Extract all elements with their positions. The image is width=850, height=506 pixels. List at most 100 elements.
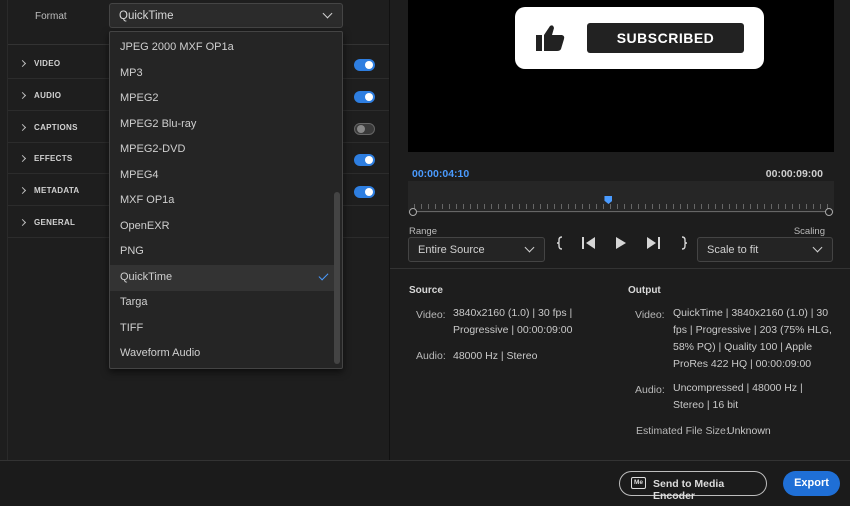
format-select[interactable]: QuickTime — [109, 3, 343, 28]
chevron-down-icon — [524, 242, 535, 253]
left-edge-strip — [0, 0, 8, 460]
option-label: QuickTime — [120, 271, 173, 283]
format-option[interactable]: MPEG4 — [110, 163, 334, 189]
estimated-size-value: Unknown — [727, 425, 771, 437]
option-label: Waveform Audio — [120, 347, 201, 359]
format-select-value: QuickTime — [119, 10, 174, 22]
chevron-right-icon — [18, 154, 27, 163]
footer-bar: Me Send to Media Encoder Export — [0, 460, 850, 506]
metadata-toggle[interactable] — [354, 186, 375, 198]
section-label: CAPTIONS — [34, 123, 78, 132]
chevron-right-icon — [18, 91, 27, 100]
output-video-line: ProRes 422 HQ | 00:00:09:00 — [673, 358, 812, 370]
format-option[interactable]: MPEG2-DVD — [110, 137, 334, 163]
format-option[interactable]: OpenEXR — [110, 214, 334, 240]
output-audio-line: Stereo | 16 bit — [673, 399, 739, 411]
format-row: Format QuickTime — [8, 0, 389, 34]
section-label: METADATA — [34, 186, 80, 195]
send-to-media-encoder-button[interactable]: Me Send to Media Encoder — [619, 471, 767, 502]
step-back-icon[interactable] — [581, 236, 597, 250]
estimated-size-key: Estimated File Size: — [636, 425, 729, 437]
media-encoder-icon: Me — [631, 477, 646, 489]
format-option[interactable]: Targa — [110, 290, 334, 316]
subscribed-button: SUBSCRIBED — [587, 23, 744, 53]
output-video-line: 58% PQ) | Quality 100 | Apple — [673, 341, 813, 353]
mark-out-icon[interactable] — [679, 236, 689, 250]
option-label: MP3 — [120, 67, 143, 79]
source-video-line: Progressive | 00:00:09:00 — [453, 324, 573, 336]
option-label: MPEG2 — [120, 92, 159, 104]
format-option-selected[interactable]: QuickTime — [110, 265, 334, 291]
range-label: Range — [409, 226, 437, 237]
format-option[interactable]: TIFF — [110, 316, 334, 342]
format-option[interactable]: MXF OP1a — [110, 188, 334, 214]
format-dropdown-list: JPEG 2000 MXF OP1a MP3 MPEG2 MPEG2 Blu-r… — [109, 31, 343, 369]
output-audio-value: Uncompressed | 48000 Hz | Stereo | 16 bi… — [673, 380, 803, 414]
timeline-track — [412, 211, 830, 212]
chevron-right-icon — [18, 123, 27, 132]
send-label: Send to Media Encoder — [653, 478, 725, 502]
format-option[interactable]: Waveform Audio — [110, 341, 334, 367]
section-label: VIDEO — [34, 59, 61, 68]
section-label: GENERAL — [34, 218, 76, 227]
source-video-line: 3840x2160 (1.0) | 30 fps | — [453, 307, 573, 319]
mark-in-icon[interactable] — [555, 236, 565, 250]
output-video-line: fps | Progressive | 203 (75% HLG, — [673, 324, 832, 336]
export-label: Export — [794, 477, 829, 489]
section-label: AUDIO — [34, 91, 62, 100]
option-label: Targa — [120, 296, 148, 308]
effects-toggle[interactable] — [354, 154, 375, 166]
option-label: MPEG4 — [120, 169, 159, 181]
timeline-ticks — [414, 204, 828, 209]
option-label: MXF OP1a — [120, 194, 175, 206]
export-button[interactable]: Export — [783, 471, 840, 496]
output-heading: Output — [628, 285, 661, 296]
play-icon[interactable] — [615, 236, 627, 250]
format-option[interactable]: PNG — [110, 239, 334, 265]
scaling-select[interactable]: Scale to fit — [697, 237, 833, 262]
video-toggle[interactable] — [354, 59, 375, 71]
option-label: MPEG2 Blu-ray — [120, 118, 197, 130]
source-video-key: Video: — [416, 309, 446, 321]
output-video-line: QuickTime | 3840x2160 (1.0) | 30 — [673, 307, 829, 319]
format-option[interactable]: MP3 — [110, 61, 334, 87]
out-point-handle[interactable] — [825, 208, 833, 216]
timeline-scrubber[interactable] — [408, 181, 834, 216]
output-video-value: QuickTime | 3840x2160 (1.0) | 30 fps | P… — [673, 305, 832, 373]
current-timecode[interactable]: 00:00:04:10 — [412, 168, 469, 180]
output-audio-line: Uncompressed | 48000 Hz | — [673, 382, 803, 394]
in-point-handle[interactable] — [409, 208, 417, 216]
option-label: OpenEXR — [120, 220, 170, 232]
chevron-right-icon — [18, 218, 27, 227]
subscribed-label: SUBSCRIBED — [616, 30, 715, 46]
source-audio-key: Audio: — [416, 350, 446, 362]
format-option[interactable]: MPEG2 Blu-ray — [110, 112, 334, 138]
output-audio-key: Audio: — [635, 384, 665, 396]
chevron-right-icon — [18, 59, 27, 68]
format-option[interactable]: JPEG 2000 MXF OP1a — [110, 35, 334, 61]
preview-panel: SUBSCRIBED 00:00:04:10 00:00:09:00 Range… — [390, 0, 850, 460]
playhead-icon[interactable] — [604, 196, 613, 204]
option-label: TIFF — [120, 322, 144, 334]
output-video-key: Video: — [635, 309, 665, 321]
dropdown-scrollbar[interactable] — [334, 192, 340, 364]
section-label: EFFECTS — [34, 154, 73, 163]
format-option[interactable]: MPEG2 — [110, 86, 334, 112]
chevron-right-icon — [18, 186, 27, 195]
source-audio-value: 48000 Hz | Stereo — [453, 350, 538, 362]
divider — [390, 268, 850, 269]
chevron-down-icon — [812, 242, 823, 253]
range-select-value: Entire Source — [418, 244, 485, 256]
audio-toggle[interactable] — [354, 91, 375, 103]
chevron-down-icon — [322, 8, 333, 19]
step-forward-icon[interactable] — [645, 236, 661, 250]
subscribe-card: SUBSCRIBED — [515, 7, 764, 69]
option-label: PNG — [120, 245, 144, 257]
thumbs-up-icon — [536, 25, 565, 51]
duration-timecode: 00:00:09:00 — [765, 168, 823, 180]
captions-toggle[interactable] — [354, 123, 375, 135]
scaling-label: Scaling — [793, 226, 825, 237]
source-heading: Source — [409, 285, 443, 296]
option-label: JPEG 2000 MXF OP1a — [120, 41, 234, 53]
range-select[interactable]: Entire Source — [408, 237, 545, 262]
